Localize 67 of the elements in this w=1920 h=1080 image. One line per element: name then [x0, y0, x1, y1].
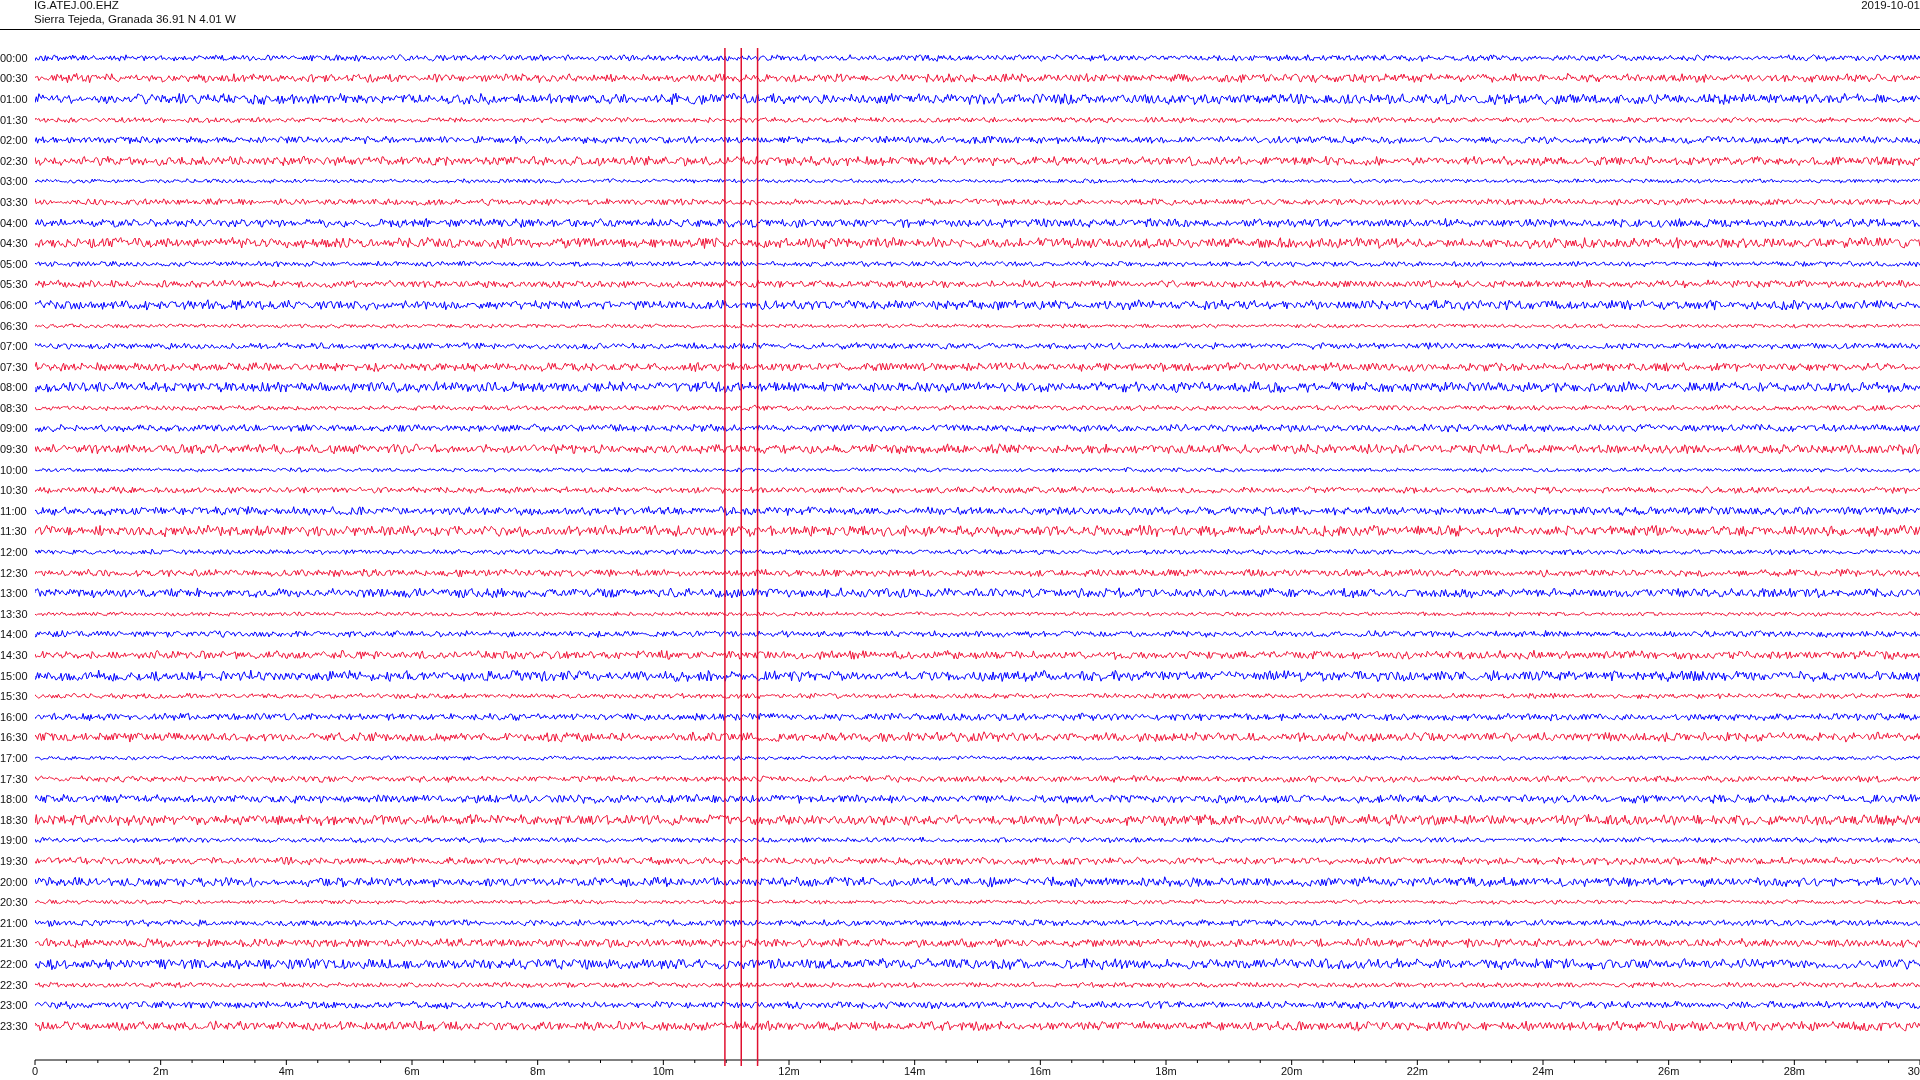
time-label: 14:30	[0, 649, 29, 661]
time-label: 06:30	[0, 319, 29, 332]
time-label: 14:00	[0, 628, 29, 641]
axis-tick-label: 20m	[1280, 1065, 1303, 1077]
axis-tick-label: 18m	[1155, 1065, 1177, 1077]
axis-tick-label: 26m	[1657, 1065, 1680, 1077]
time-label: 01:00	[0, 93, 29, 105]
time-label: 03:00	[0, 175, 29, 188]
time-label: 11:00	[0, 504, 28, 517]
time-label: 16:00	[0, 710, 29, 723]
time-label: 00:30	[0, 72, 29, 85]
time-label: 23:00	[0, 999, 29, 1012]
axis-tick-label: 0	[31, 1065, 39, 1077]
time-label: 13:00	[0, 587, 29, 600]
time-label: 03:30	[0, 195, 29, 208]
time-label: 12:30	[0, 566, 29, 579]
time-label: 20:30	[0, 896, 29, 909]
time-label: 01:30	[0, 113, 29, 126]
axis-tick-label: 16m	[1029, 1065, 1052, 1077]
time-label: 04:00	[0, 216, 29, 229]
axis-tick-label: 22m	[1406, 1065, 1429, 1077]
time-label: 11:30	[0, 525, 28, 538]
date-label: 2019-10-01	[1861, 0, 1920, 13]
time-label: 22:30	[0, 978, 29, 991]
time-label: 04:30	[0, 237, 29, 250]
axis-tick-label: 8m	[530, 1065, 546, 1077]
time-label: 17:00	[0, 752, 29, 764]
axis-tick-label: 30	[1907, 1065, 1920, 1077]
time-label: 08:30	[0, 401, 29, 414]
time-label: 21:30	[0, 937, 29, 950]
time-label: 08:00	[0, 381, 29, 394]
axis-tick-label: 2m	[153, 1065, 169, 1077]
time-label: 21:00	[0, 916, 29, 929]
axis-tick-label: 6m	[404, 1065, 420, 1077]
station-code: IG.ATEJ.00.EHZ	[34, 0, 120, 12]
time-label: 05:30	[0, 278, 29, 291]
time-label: 09:30	[0, 443, 29, 456]
time-label: 09:00	[0, 422, 29, 435]
time-label: 17:30	[0, 772, 29, 785]
axis-tick-label: 4m	[278, 1065, 294, 1077]
time-label: 13:30	[0, 607, 29, 620]
axis-tick-label: 12m	[778, 1065, 800, 1077]
time-label: 19:00	[0, 834, 29, 847]
time-label: 10:30	[0, 484, 29, 497]
time-label: 02:30	[0, 154, 29, 167]
axis-tick-label: 24m	[1532, 1065, 1554, 1077]
axis-tick-label: 28m	[1783, 1065, 1806, 1077]
time-label: 16:30	[0, 731, 29, 744]
time-label: 07:30	[0, 360, 29, 373]
time-label: 18:00	[0, 793, 29, 806]
axis-tick-label: 10m	[652, 1065, 675, 1077]
time-label: 15:00	[0, 669, 29, 682]
time-label: 06:00	[0, 298, 29, 311]
time-label: 10:00	[0, 463, 29, 476]
time-label: 07:00	[0, 340, 29, 353]
time-label: 00:00	[0, 51, 29, 64]
time-label: 20:00	[0, 875, 29, 888]
time-label: 22:00	[0, 957, 29, 970]
station-location: Sierra Tejeda, Granada 36.91 N 4.01 W	[34, 12, 236, 26]
time-label: 05:00	[0, 257, 29, 270]
time-label: 02:00	[0, 134, 29, 147]
time-label: 15:30	[0, 690, 29, 703]
time-label: 23:30	[0, 1019, 29, 1032]
time-label: 19:30	[0, 854, 29, 867]
time-label: 18:30	[0, 813, 29, 826]
axis-tick-label: 14m	[903, 1065, 926, 1077]
time-label: 12:00	[0, 546, 29, 559]
